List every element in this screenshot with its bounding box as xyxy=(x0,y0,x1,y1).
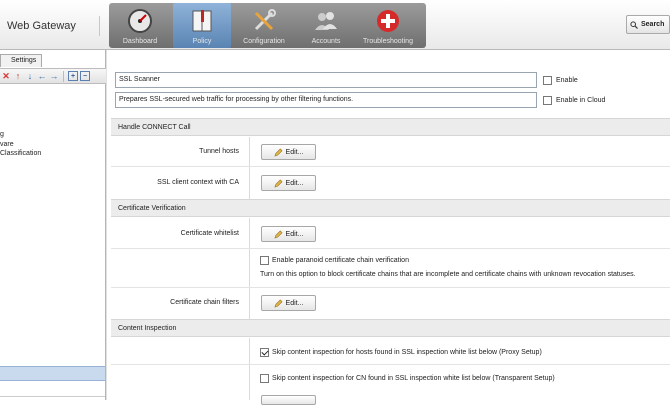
certificate-whitelist-label: Certificate whitelist xyxy=(180,230,239,237)
left-panel: Settings ✕ ↑ ↓ ← → + − g vare Classifica… xyxy=(0,50,106,400)
search-label: Search xyxy=(641,21,665,28)
tab-label: Accounts xyxy=(311,38,341,45)
tab-policy[interactable]: Policy xyxy=(173,3,231,48)
delete-icon[interactable]: ✕ xyxy=(1,71,11,81)
users-icon xyxy=(315,12,337,30)
row-divider xyxy=(111,364,670,365)
expand-icon[interactable]: + xyxy=(68,71,78,81)
paranoid-verification-checkbox[interactable] xyxy=(260,256,269,265)
tunnel-hosts-label: Tunnel hosts xyxy=(199,148,239,155)
edit-label: Edit... xyxy=(285,230,304,238)
settings-description-field[interactable]: Prepares SSL-secured web traffic for pro… xyxy=(115,92,537,108)
certificate-chain-filters-label: Certificate chain filters xyxy=(170,299,239,306)
row-divider xyxy=(111,287,670,288)
policy-tree: g vare Classification xyxy=(0,130,41,159)
edit-label: Edit... xyxy=(285,299,304,307)
pencil-icon xyxy=(274,299,283,308)
row-divider xyxy=(111,166,670,167)
main-nav: Dashboard Policy Configuration Accounts … xyxy=(109,3,426,48)
section-handle-connect: Handle CONNECT Call xyxy=(111,118,670,136)
app-title: Web Gateway xyxy=(4,16,100,36)
edit-label: Edit... xyxy=(285,179,304,187)
top-bar: Web Gateway Dashboard Policy Configurati… xyxy=(0,0,670,50)
toolbar-divider xyxy=(63,70,64,82)
move-right-icon[interactable]: → xyxy=(49,71,59,81)
section-certificate-verification: Certificate Verification xyxy=(111,199,670,217)
tab-configuration[interactable]: Configuration xyxy=(235,3,293,48)
column-divider xyxy=(249,137,250,200)
speedometer-icon xyxy=(128,9,152,33)
pencil-icon xyxy=(274,148,283,157)
enable-cloud-checkbox[interactable] xyxy=(543,96,552,105)
tools-icon xyxy=(254,9,276,31)
enable-cloud-label: Enable in Cloud xyxy=(556,97,606,104)
skip-cn-checkbox[interactable] xyxy=(260,374,269,383)
edit-label: Edit... xyxy=(285,148,304,156)
move-down-icon[interactable]: ↓ xyxy=(25,71,35,81)
tab-troubleshooting[interactable]: Troubleshooting xyxy=(359,3,417,48)
selected-tree-item[interactable] xyxy=(0,366,105,381)
paranoid-verification-label: Enable paranoid certificate chain verifi… xyxy=(272,257,409,264)
paranoid-help-text: Turn on this option to block certificate… xyxy=(260,271,636,278)
tab-label: Troubleshooting xyxy=(363,38,413,45)
skip-hosts-checkbox[interactable] xyxy=(260,348,269,357)
tunnel-hosts-edit-button[interactable]: Edit... xyxy=(261,144,316,160)
section-content-inspection: Content Inspection xyxy=(111,319,670,337)
skip-cn-label: Skip content inspection for CN found in … xyxy=(272,375,555,382)
collapse-icon[interactable]: − xyxy=(80,71,90,81)
skip-hosts-label: Skip content inspection for hosts found … xyxy=(272,349,542,356)
search-button[interactable]: Search xyxy=(626,15,670,34)
pencil-icon xyxy=(274,179,283,188)
enable-checkbox[interactable] xyxy=(543,76,552,85)
ssl-client-context-edit-button[interactable]: Edit... xyxy=(261,175,316,191)
column-divider xyxy=(249,218,250,319)
pencil-icon xyxy=(274,230,283,239)
move-up-icon[interactable]: ↑ xyxy=(13,71,23,81)
partial-edit-button[interactable] xyxy=(261,395,316,405)
book-icon xyxy=(192,10,212,32)
tree-item[interactable]: Classification xyxy=(0,149,41,159)
tree-item[interactable]: vare xyxy=(0,140,41,150)
certificate-chain-filters-edit-button[interactable]: Edit... xyxy=(261,295,316,311)
ssl-client-context-label: SSL client context with CA xyxy=(157,179,239,186)
row-divider xyxy=(111,248,670,249)
left-toolbar: ✕ ↑ ↓ ← → + − xyxy=(0,68,106,84)
first-aid-icon xyxy=(377,10,399,32)
divider xyxy=(0,396,105,397)
tab-settings[interactable]: Settings xyxy=(0,54,42,67)
column-divider xyxy=(249,338,250,400)
tab-accounts[interactable]: Accounts xyxy=(297,3,355,48)
tree-item[interactable]: g xyxy=(0,130,41,140)
certificate-whitelist-edit-button[interactable]: Edit... xyxy=(261,226,316,242)
tab-label: Policy xyxy=(192,38,212,45)
move-left-icon[interactable]: ← xyxy=(37,71,47,81)
tab-dashboard[interactable]: Dashboard xyxy=(111,3,169,48)
search-icon xyxy=(630,20,638,29)
tab-label: Dashboard xyxy=(122,38,158,45)
tab-label: Configuration xyxy=(243,38,285,45)
enable-label: Enable xyxy=(556,77,578,84)
settings-name-field[interactable]: SSL Scanner xyxy=(115,72,537,88)
